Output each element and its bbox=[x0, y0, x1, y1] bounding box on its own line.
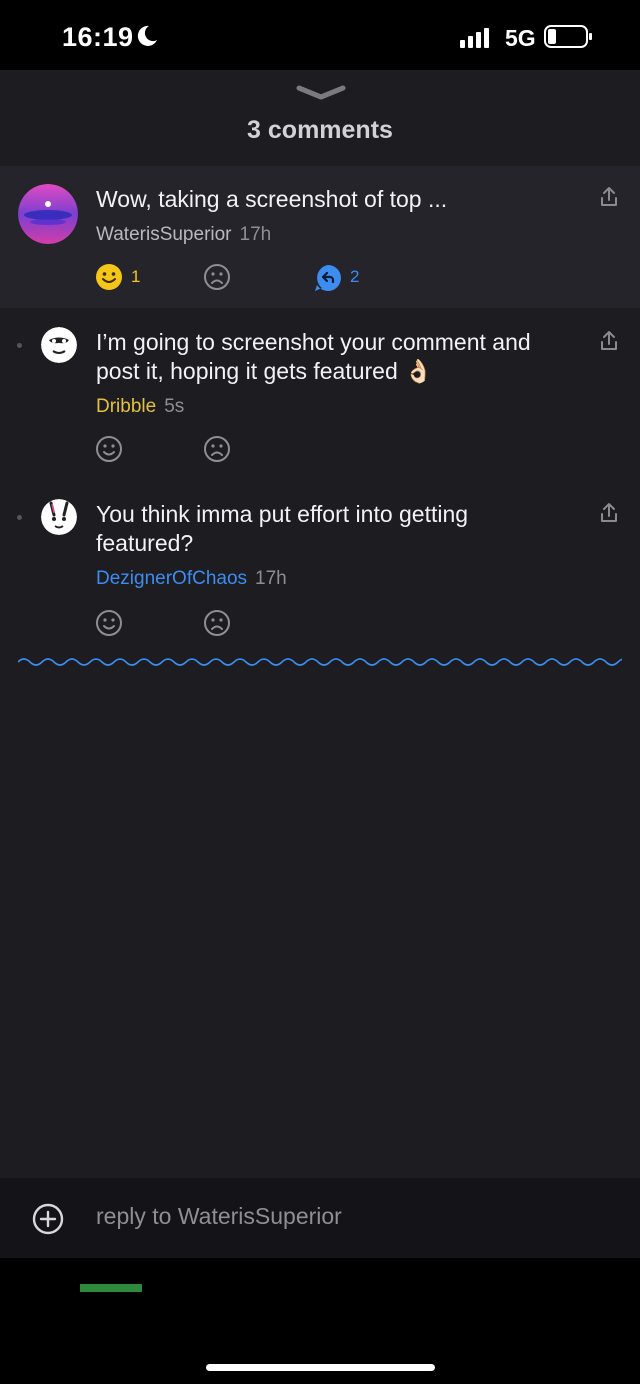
frown-icon[interactable] bbox=[203, 609, 231, 637]
comment-meta: DezignerOfChaos 17h bbox=[96, 568, 287, 590]
comment-author[interactable]: Dribble bbox=[96, 396, 156, 417]
comment-meta: WaterisSuperior 17h bbox=[96, 224, 271, 246]
comment-item[interactable]: I’m going to screenshot your comment and… bbox=[0, 318, 640, 478]
smiley-icon[interactable] bbox=[95, 609, 123, 637]
chevron-down-icon[interactable] bbox=[296, 84, 346, 100]
signal-icon bbox=[460, 28, 489, 48]
smiley-icon[interactable] bbox=[95, 263, 123, 291]
thread-bullet bbox=[17, 343, 22, 348]
end-of-comments-divider bbox=[18, 658, 622, 666]
reply-icon[interactable] bbox=[313, 263, 343, 293]
battery-icon bbox=[544, 25, 592, 48]
reply-count: 2 bbox=[350, 267, 360, 286]
clock: 16:19 bbox=[62, 22, 134, 52]
comment-text: I’m going to screenshot your comment and… bbox=[96, 329, 531, 384]
comment-item[interactable]: Wow, taking a screenshot of top ... Wate… bbox=[0, 166, 640, 308]
share-icon[interactable] bbox=[598, 502, 620, 524]
status-bar: 16:19 5G bbox=[0, 0, 640, 70]
comment-text: Wow, taking a screenshot of top ... bbox=[96, 186, 448, 212]
network-label: 5G bbox=[505, 25, 536, 51]
happy-count: 1 bbox=[131, 267, 141, 286]
comment-age: 5s bbox=[164, 396, 185, 417]
comment-item[interactable]: You think imma put effort into getting f… bbox=[0, 490, 640, 640]
comment-age: 17h bbox=[239, 224, 272, 245]
comment-author[interactable]: WaterisSuperior bbox=[96, 224, 232, 245]
comments-title: 3 comments bbox=[247, 116, 393, 144]
keyboard-thumbnail bbox=[80, 1284, 142, 1292]
avatar[interactable] bbox=[41, 499, 77, 535]
comment-author[interactable]: DezignerOfChaos bbox=[96, 568, 247, 589]
add-icon[interactable] bbox=[32, 1203, 64, 1235]
home-indicator[interactable] bbox=[206, 1364, 435, 1371]
reply-input[interactable] bbox=[96, 1203, 576, 1230]
share-icon[interactable] bbox=[598, 186, 620, 208]
moon-icon bbox=[137, 25, 157, 46]
comment-text: You think imma put effort into getting f… bbox=[96, 501, 469, 556]
avatar[interactable] bbox=[41, 327, 77, 363]
avatar[interactable] bbox=[18, 184, 78, 244]
share-icon[interactable] bbox=[598, 330, 620, 352]
thread-bullet bbox=[17, 515, 22, 520]
comment-age: 17h bbox=[255, 568, 287, 589]
comment-meta: Dribble 5s bbox=[96, 396, 184, 418]
frown-icon[interactable] bbox=[203, 435, 231, 463]
smiley-icon[interactable] bbox=[95, 435, 123, 463]
frown-icon[interactable] bbox=[203, 263, 231, 291]
